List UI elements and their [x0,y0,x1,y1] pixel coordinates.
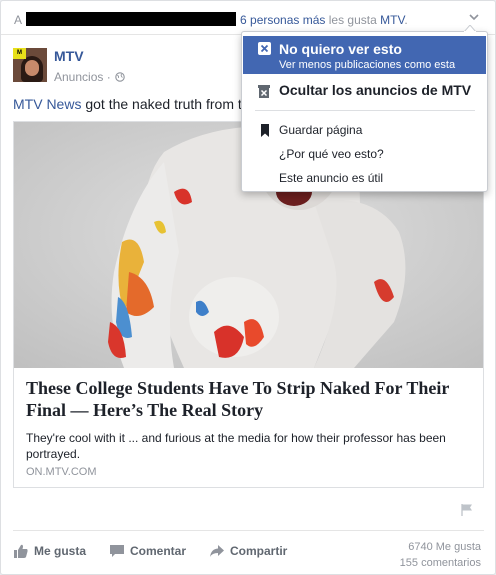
comment-icon [110,545,124,557]
save-page-label: Guardar página [279,123,363,137]
useful-label: Este anuncio es útil [279,171,384,185]
story-period: . [404,13,408,27]
comments-count[interactable]: 155 comentarios [400,555,481,571]
share-button[interactable]: Compartir [209,541,299,561]
story-likes-text: les gusta [325,13,381,27]
page-name[interactable]: MTV [54,48,84,64]
menu-item-why[interactable]: ¿Por qué veo esto? [243,143,486,165]
post-text-link[interactable]: MTV News [13,96,81,112]
hide-ads-icon [258,85,270,98]
link-title[interactable]: These College Students Have To Strip Nak… [26,377,471,421]
globe-icon [115,72,125,82]
story-header: A 6 personas más les gusta MTV. [14,12,474,28]
likes-count[interactable]: 6740 Me gusta [400,539,481,555]
flag-icon[interactable] [460,503,474,517]
footer-divider [13,530,484,531]
menu-pointer [464,25,476,32]
link-domain: ON.MTV.COM [26,466,97,478]
hide-ads-label: Ocultar los anuncios de MTV [279,82,472,98]
thumbs-up-icon [14,544,28,558]
share-arrow-icon [210,545,224,557]
hide-post-subtitle: Ver menos publicaciones como esta [279,59,456,71]
share-label: Compartir [230,544,288,558]
engagement-stats: 6740 Me gusta 155 comentarios [400,539,481,571]
post-options-menu: No quiero ver esto Ver menos publicacion… [241,25,488,192]
story-page-link[interactable]: MTV [380,13,404,27]
avatar[interactable]: M [13,48,47,82]
avatar-face [25,60,39,76]
why-label: ¿Por qué veo esto? [279,147,384,161]
like-button[interactable]: Me gusta [13,541,93,561]
ad-post-card: A 6 personas más les gusta MTV. M MTV An… [0,0,496,575]
hide-post-title: No quiero ver esto [279,41,402,57]
like-label: Me gusta [34,544,87,558]
friends-like-link[interactable]: 6 personas más [240,13,325,27]
post-text-body: got the naked truth from t [81,96,242,112]
close-box-icon [258,42,271,55]
sponsored-label[interactable]: Anuncios · [54,70,111,84]
comment-button[interactable]: Comentar [109,541,194,561]
link-body[interactable]: These College Students Have To Strip Nak… [14,369,483,487]
comment-label: Comentar [130,544,187,558]
link-description: They're cool with it ... and furious at … [26,431,446,461]
menu-item-useful[interactable]: Este anuncio es útil [243,167,486,189]
bookmark-icon [261,124,269,137]
menu-item-hide-post[interactable]: No quiero ver esto Ver menos publicacion… [243,36,486,74]
mtv-logo-badge: M [13,48,26,59]
menu-divider [255,110,475,111]
redacted-name [25,12,236,26]
menu-item-save-page[interactable]: Guardar página [243,119,486,141]
story-prefix: A [14,13,22,27]
post-text: MTV News got the naked truth from t [13,96,243,112]
chevron-down-icon[interactable] [467,10,481,24]
menu-item-hide-ads[interactable]: Ocultar los anuncios de MTV [243,76,486,106]
